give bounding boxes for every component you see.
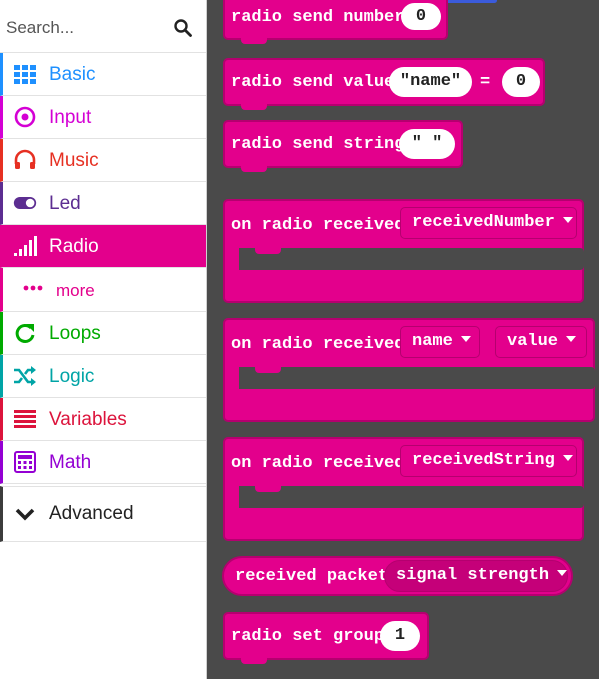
category-label: Variables — [49, 409, 127, 430]
headphones-icon — [14, 149, 36, 169]
value-field[interactable]: 0 — [502, 67, 540, 97]
dropdown-label: receivedNumber — [412, 213, 555, 232]
category-label: Music — [49, 150, 99, 171]
signal-bars-icon — [14, 236, 37, 256]
block-label: on radio received — [231, 216, 405, 235]
shuffle-icon — [14, 366, 36, 386]
toggle-icon — [13, 197, 37, 209]
group-number-field[interactable]: 1 — [380, 621, 420, 651]
dropdown-label: value — [507, 332, 559, 351]
caret-down-icon — [460, 335, 471, 342]
block-label: radio send string — [231, 135, 405, 154]
lines-icon — [14, 410, 36, 428]
category-loops[interactable]: Loops — [0, 312, 206, 355]
category-label: Led — [49, 193, 81, 214]
block-label: received packet — [235, 567, 389, 586]
loop-arrow-icon — [15, 323, 35, 343]
caret-down-icon — [562, 216, 573, 223]
category-label: Logic — [49, 366, 95, 387]
block-flyout: radio send number 0 radio send value "na… — [207, 0, 599, 679]
toolbox: Basic Input Music Led — [0, 0, 207, 679]
equals-label: = — [480, 73, 491, 92]
category-radio-more[interactable]: more — [0, 268, 206, 312]
caret-down-icon — [557, 569, 568, 576]
block-label: radio send number — [231, 8, 405, 27]
category-label: Basic — [49, 64, 96, 85]
caret-down-icon — [562, 454, 573, 461]
search-icon[interactable] — [174, 19, 192, 37]
dots-icon — [23, 285, 43, 291]
category-led[interactable]: Led — [0, 182, 206, 225]
category-radio[interactable]: Radio — [0, 225, 206, 268]
name-dropdown[interactable]: name — [400, 326, 480, 358]
dropdown-label: name — [412, 332, 453, 351]
category-basic[interactable]: Basic — [0, 53, 206, 96]
receivedString-dropdown[interactable]: receivedString — [400, 445, 577, 477]
number-field[interactable]: 0 — [401, 3, 441, 30]
string-field[interactable]: " " — [399, 129, 455, 159]
search-box — [0, 0, 206, 53]
chevron-down-icon — [15, 508, 35, 521]
receivedNumber-dropdown[interactable]: receivedNumber — [400, 207, 577, 239]
value-dropdown[interactable]: value — [495, 326, 587, 358]
category-variables[interactable]: Variables — [0, 398, 206, 441]
category-advanced[interactable]: Advanced — [0, 486, 206, 542]
search-input[interactable] — [6, 16, 166, 40]
grid-icon — [14, 65, 36, 84]
category-label: Math — [49, 452, 92, 473]
calculator-icon — [14, 451, 36, 473]
name-field[interactable]: "name" — [389, 67, 472, 97]
category-label: Advanced — [49, 503, 134, 524]
category-label: Radio — [49, 236, 99, 257]
target-icon — [14, 106, 36, 128]
dropdown-label: signal strength — [396, 566, 550, 585]
block-label: on radio received — [231, 335, 405, 354]
category-music[interactable]: Music — [0, 139, 206, 182]
category-logic[interactable]: Logic — [0, 355, 206, 398]
block-label: radio send value — [231, 73, 395, 92]
category-label: more — [56, 281, 95, 300]
category-label: Loops — [49, 323, 101, 344]
dropdown-label: receivedString — [412, 451, 555, 470]
block-label: radio set group — [231, 627, 385, 646]
category-label: Input — [49, 107, 92, 128]
category-math[interactable]: Math — [0, 441, 206, 484]
block-label: on radio received — [231, 454, 405, 473]
category-input[interactable]: Input — [0, 96, 206, 139]
signal-strength-dropdown[interactable]: signal strength — [384, 560, 568, 592]
caret-down-icon — [566, 335, 577, 342]
